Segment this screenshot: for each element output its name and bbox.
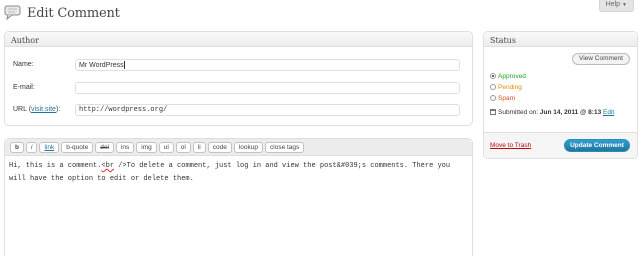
spellcheck-word: <br bbox=[101, 162, 115, 170]
comment-bubble-icon bbox=[4, 5, 21, 20]
calendar-icon bbox=[490, 109, 496, 116]
status-actions: Move to Trash Update Comment bbox=[484, 132, 637, 158]
li-button[interactable]: li bbox=[192, 142, 206, 153]
status-option-pending[interactable]: Pending bbox=[490, 84, 522, 91]
lookup-button[interactable]: lookup bbox=[233, 142, 264, 153]
blockquote-button[interactable]: b-quote bbox=[61, 142, 94, 153]
status-panel: Status View Comment Approved Pending Spa… bbox=[483, 31, 638, 159]
img-button[interactable]: img bbox=[136, 142, 157, 153]
submitted-date: Jun 14, 2011 @ 8:13 bbox=[539, 109, 602, 116]
comment-editor: b i link b-quote del ins img ul ol li code lookup cl… bbox=[4, 138, 473, 256]
status-option-spam[interactable]: Spam bbox=[490, 95, 515, 102]
page-header: Edit Comment Help ▼ bbox=[0, 0, 642, 30]
name-field[interactable]: Mr WordPress bbox=[75, 59, 460, 71]
spam-label: Spam bbox=[498, 95, 515, 102]
page-title: Edit Comment bbox=[27, 6, 120, 21]
author-panel: Author Name: Mr WordPress E-mail: URL (v… bbox=[4, 31, 473, 126]
view-comment-button[interactable]: View Comment bbox=[572, 53, 630, 65]
edit-date-link[interactable]: Edit bbox=[603, 109, 614, 116]
radio-checked-icon[interactable] bbox=[490, 73, 496, 80]
email-field[interactable] bbox=[75, 82, 460, 94]
url-field[interactable]: http://wordpress.org/ bbox=[75, 104, 460, 116]
author-panel-title: Author bbox=[5, 32, 472, 47]
ol-button[interactable]: ol bbox=[175, 142, 191, 153]
move-to-trash-link[interactable]: Move to Trash bbox=[490, 142, 531, 149]
submitted-on: Submitted on: Jun 14, 2011 @ 8:13 Edit bbox=[490, 109, 614, 116]
status-panel-title: Status bbox=[484, 32, 637, 47]
code-button[interactable]: code bbox=[207, 142, 232, 153]
approved-label: Approved bbox=[498, 73, 526, 80]
bold-button[interactable]: b bbox=[10, 142, 24, 153]
name-label: Name: bbox=[13, 61, 34, 68]
email-label: E-mail: bbox=[13, 84, 35, 91]
status-option-approved[interactable]: Approved bbox=[490, 73, 526, 80]
triangle-down-icon: ▼ bbox=[622, 2, 627, 8]
del-button[interactable]: del bbox=[95, 142, 114, 153]
visit-site-link[interactable]: visit site bbox=[31, 106, 56, 113]
radio-icon[interactable] bbox=[490, 84, 496, 91]
close-tags-button[interactable]: close tags bbox=[265, 142, 305, 153]
ul-button[interactable]: ul bbox=[158, 142, 174, 153]
pending-label: Pending bbox=[498, 84, 522, 91]
comment-textarea[interactable]: Hi, this is a comment.<br />To delete a … bbox=[9, 160, 469, 186]
text-caret bbox=[123, 61, 125, 69]
ins-button[interactable]: ins bbox=[115, 142, 135, 153]
link-button[interactable]: link bbox=[39, 142, 60, 153]
help-label: Help bbox=[605, 1, 621, 8]
italic-button[interactable]: i bbox=[25, 142, 38, 153]
update-comment-button[interactable]: Update Comment bbox=[564, 139, 630, 152]
radio-icon[interactable] bbox=[490, 95, 496, 102]
url-label: URL (visit site): bbox=[13, 106, 61, 113]
help-tab[interactable]: Help ▼ bbox=[598, 0, 634, 12]
quicktags-toolbar: b i link b-quote del ins img ul ol li code lookup cl… bbox=[5, 139, 472, 156]
